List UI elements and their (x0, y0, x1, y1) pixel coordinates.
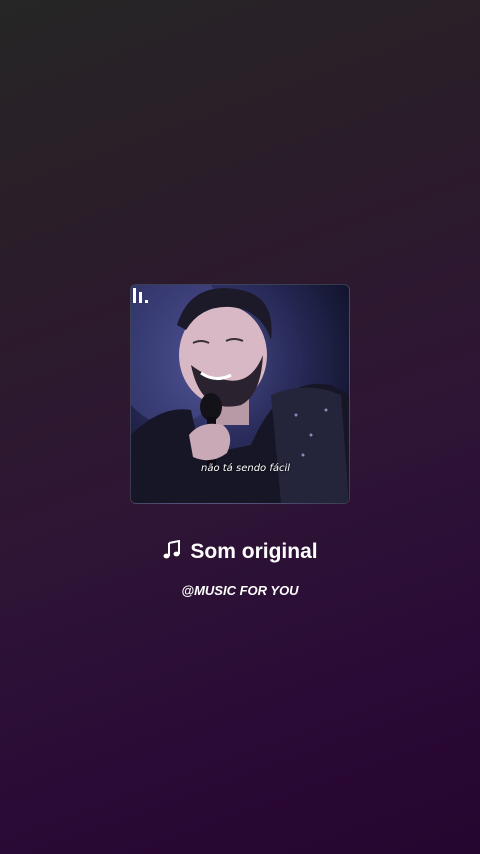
cover-caption: não tá sendo fácil (201, 463, 291, 474)
music-note-icon (163, 540, 181, 559)
brand-bars-logo (133, 288, 148, 303)
album-cover[interactable]: não tá sendo fácil (130, 284, 350, 504)
track-title: Som original (190, 540, 318, 563)
track-title-row[interactable]: Som original (0, 540, 480, 564)
artist-name[interactable]: @MUSIC FOR YOU (0, 583, 480, 598)
